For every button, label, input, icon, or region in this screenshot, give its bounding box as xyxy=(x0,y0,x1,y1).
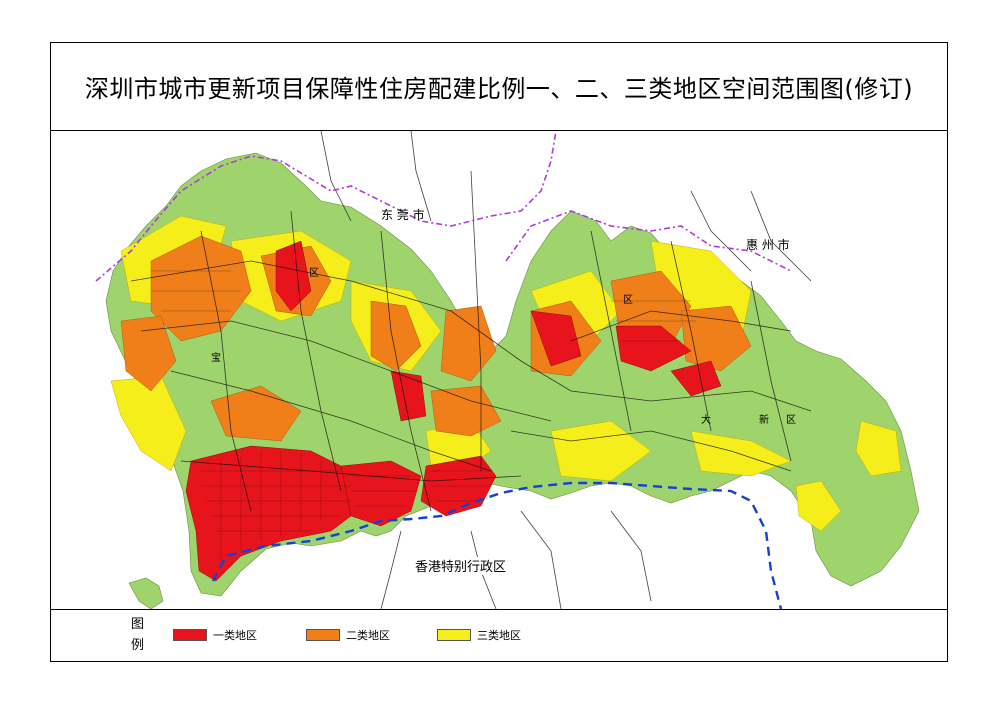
map-frame: 深圳市城市更新项目保障性住房配建比例一、二、三类地区空间范围图(修订) 东 莞 … xyxy=(50,42,948,662)
legend-swatch-red xyxy=(173,629,207,641)
legend-item-category-1: 一类地区 xyxy=(173,627,257,643)
label-district-qu-2: 区 xyxy=(623,294,633,306)
legend-swatch-yellow xyxy=(437,629,471,641)
legend-label-category-3: 三类地区 xyxy=(477,629,521,642)
legend-label-category-2: 二类地区 xyxy=(346,629,390,642)
legend: 图 例 一类地区 二类地区 三类地区 xyxy=(51,609,947,662)
title-bar: 深圳市城市更新项目保障性住房配建比例一、二、三类地区空间范围图(修订) xyxy=(51,43,947,131)
legend-item-category-2: 二类地区 xyxy=(306,627,390,643)
legend-swatch-orange xyxy=(306,629,340,641)
map-area: 东 莞 市 惠 州 市 香港特别行政区 区 区 宝 大 新 区 xyxy=(51,131,947,609)
map-title: 深圳市城市更新项目保障性住房配建比例一、二、三类地区空间范围图(修订) xyxy=(84,75,914,103)
legend-heading-1: 图 xyxy=(131,617,145,632)
label-district-bao: 宝 xyxy=(211,351,221,364)
legend-label-category-1: 一类地区 xyxy=(213,629,257,642)
label-district-da: 大 xyxy=(701,413,711,426)
legend-item-category-3: 三类地区 xyxy=(437,627,521,643)
legend-heading-2: 例 xyxy=(131,638,145,653)
label-district-xin: 新 xyxy=(759,413,769,426)
legend-heading: 图 例 xyxy=(131,614,145,656)
label-district-qu-3: 区 xyxy=(786,414,796,426)
shenzhen-map: 东 莞 市 惠 州 市 香港特别行政区 区 区 宝 大 新 区 xyxy=(95,131,920,609)
island-west xyxy=(128,577,164,609)
label-district-qu-1: 区 xyxy=(309,267,319,279)
label-huizhou: 惠 州 市 xyxy=(746,237,790,252)
label-dongguan: 东 莞 市 xyxy=(381,207,425,222)
label-hongkong: 香港特别行政区 xyxy=(415,560,506,575)
